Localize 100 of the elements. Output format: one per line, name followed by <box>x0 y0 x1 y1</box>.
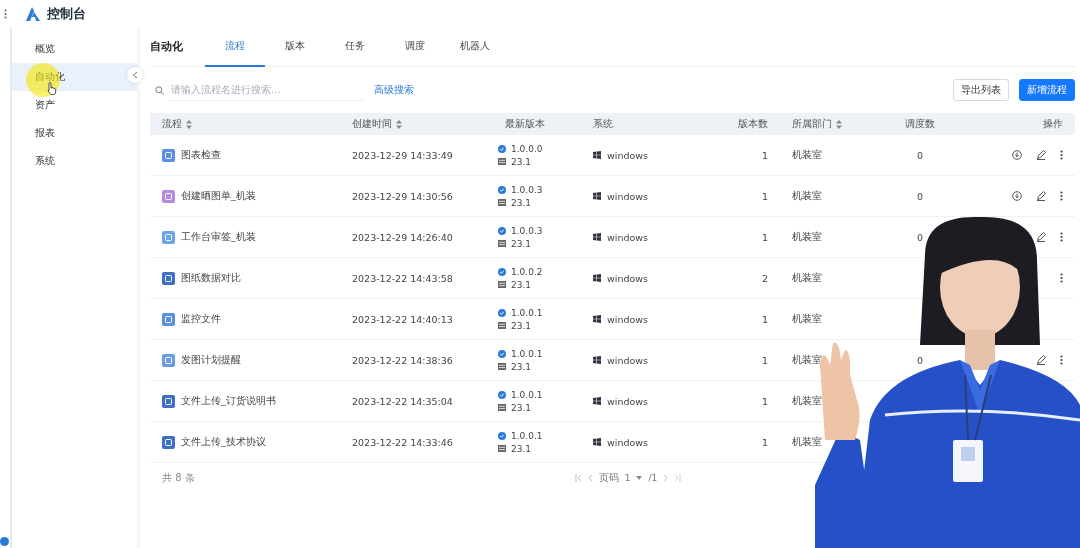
search-icon <box>155 85 164 95</box>
system-name: windows <box>607 149 648 161</box>
windows-icon <box>593 438 601 446</box>
dispatch-count: 0 <box>916 190 923 202</box>
column-header: 版本数 <box>738 117 768 131</box>
column-header: 系统 <box>593 117 613 131</box>
dispatch-count: 0 <box>916 354 923 366</box>
tab[interactable]: 调度 <box>385 26 445 67</box>
server-icon <box>498 158 506 165</box>
version-number: 1.0.0.1 <box>511 348 543 359</box>
export-button[interactable]: 导出列表 <box>953 79 1009 101</box>
check-badge-icon <box>498 267 506 276</box>
advanced-search-link[interactable]: 高级搜索 <box>374 83 414 97</box>
flow-name[interactable]: 文件上传_技术协议 <box>181 435 266 449</box>
column-header: 所属部门 <box>792 117 832 131</box>
version-number: 1.0.0.1 <box>511 430 543 441</box>
page-label: 页码 <box>598 471 619 485</box>
build-number: 23.1 <box>511 156 532 167</box>
windows-icon <box>593 315 601 323</box>
hand-cursor-icon <box>45 82 57 95</box>
version-number: 1.0.0.3 <box>511 225 543 236</box>
flow-name[interactable]: 文件上传_订货说明书 <box>181 394 276 408</box>
flow-name[interactable]: 监控文件 <box>181 312 221 326</box>
department: 机装室 <box>792 230 822 244</box>
edit-icon[interactable] <box>1036 150 1046 160</box>
server-icon <box>498 199 506 206</box>
more-icon[interactable] <box>1060 273 1063 283</box>
server-icon <box>498 322 506 329</box>
system-name: windows <box>607 190 648 202</box>
page-number[interactable]: 1 <box>624 473 631 483</box>
page-title: 自动化 <box>150 39 183 54</box>
server-icon <box>498 445 506 452</box>
created-time: 2023-12-22 14:43:58 <box>352 272 453 284</box>
version-count: 1 <box>761 395 768 407</box>
sidebar-item[interactable]: 报表 <box>11 119 137 147</box>
chevron-left-icon <box>132 71 138 79</box>
server-icon <box>498 240 506 247</box>
version-count: 1 <box>761 313 768 325</box>
column-header: 调度数 <box>905 117 935 131</box>
sort-icon[interactable] <box>186 119 192 129</box>
more-icon[interactable] <box>1060 355 1063 365</box>
created-time: 2023-12-29 14:26:40 <box>352 231 453 243</box>
tab[interactable]: 机器人 <box>445 26 505 67</box>
sort-icon[interactable] <box>836 119 842 129</box>
dispatch-count: 0 <box>916 231 923 243</box>
system-name: windows <box>607 395 648 407</box>
edit-icon[interactable] <box>1036 191 1046 201</box>
build-number: 23.1 <box>511 279 532 290</box>
version-number: 1.0.0.1 <box>511 389 543 400</box>
windows-icon <box>593 356 601 364</box>
build-number: 23.1 <box>511 320 532 331</box>
flow-name[interactable]: 创建晒图单_机装 <box>181 189 256 203</box>
system-name: windows <box>607 313 648 325</box>
department: 机装室 <box>792 189 822 203</box>
tab[interactable]: 版本 <box>265 26 325 67</box>
flow-name[interactable]: 工作台审签_机装 <box>181 230 256 244</box>
check-badge-icon <box>498 431 506 440</box>
created-time: 2023-12-22 14:38:36 <box>352 354 453 366</box>
download-icon[interactable] <box>1012 191 1022 201</box>
dots-icon[interactable] <box>4 8 7 19</box>
sidebar-item[interactable]: 概览 <box>11 35 137 63</box>
caret-icon[interactable] <box>636 476 643 480</box>
flow-name[interactable]: 发图计划提醒 <box>181 353 241 367</box>
created-time: 2023-12-22 14:35:04 <box>352 395 453 407</box>
flow-name[interactable]: 图纸数据对比 <box>181 271 241 285</box>
windows-icon <box>593 274 601 282</box>
windows-icon <box>593 233 601 241</box>
created-time: 2023-12-29 14:30:56 <box>352 190 453 202</box>
system-name: windows <box>607 231 648 243</box>
edit-icon[interactable] <box>1036 355 1046 365</box>
download-icon[interactable] <box>1012 150 1022 160</box>
tab[interactable]: 流程 <box>205 26 265 67</box>
department: 机装室 <box>792 394 822 408</box>
version-number: 1.0.0.0 <box>511 143 543 154</box>
department: 机装室 <box>792 353 822 367</box>
sidebar-item[interactable]: 系统 <box>11 147 137 175</box>
sort-icon[interactable] <box>396 119 402 129</box>
flow-name[interactable]: 图表检查 <box>181 148 221 162</box>
check-badge-icon <box>498 308 506 317</box>
version-number: 1.0.0.3 <box>511 184 543 195</box>
department: 机装室 <box>792 312 822 326</box>
tab[interactable]: 任务 <box>325 26 385 67</box>
dispatch-count: 0 <box>916 149 923 161</box>
page-count: /1 <box>648 473 658 483</box>
version-count: 1 <box>761 190 768 202</box>
build-number: 23.1 <box>511 238 532 249</box>
windows-icon <box>593 151 601 159</box>
more-icon[interactable] <box>1060 150 1063 160</box>
edit-icon[interactable] <box>1036 232 1046 242</box>
add-button[interactable]: 新增流程 <box>1019 79 1075 101</box>
more-icon[interactable] <box>1060 232 1063 242</box>
build-number: 23.1 <box>511 402 532 413</box>
sidebar-item[interactable]: 资产 <box>11 91 137 119</box>
created-time: 2023-12-22 14:40:13 <box>352 313 453 325</box>
server-icon <box>498 404 506 411</box>
server-icon <box>498 281 506 288</box>
build-number: 23.1 <box>511 361 532 372</box>
more-icon[interactable] <box>1060 191 1063 201</box>
column-header: 操作 <box>1043 117 1063 131</box>
system-name: windows <box>607 436 648 448</box>
